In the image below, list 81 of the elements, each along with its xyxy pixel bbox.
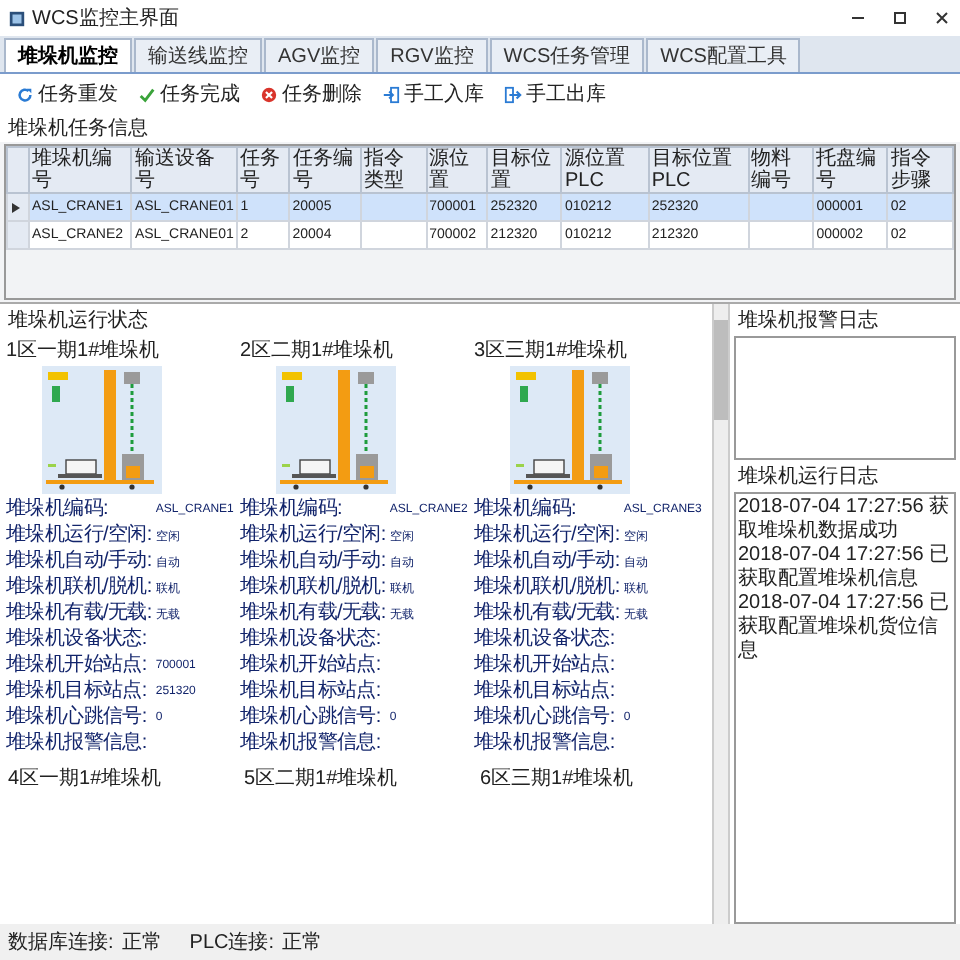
field-label: 堆垛机目标站点: [6,680,149,704]
close-icon[interactable] [932,8,952,28]
column-header[interactable]: 堆垛机编号 [29,147,132,193]
toolbar-button[interactable]: 任务删除 [256,78,366,110]
column-header[interactable]: 源位置PLC [561,147,649,193]
crane-title: 5区二期1#堆垛机 [244,765,400,792]
field-label: 堆垛机心跳信号: [240,706,383,730]
status-label: PLC连接: [189,929,275,956]
arrow-out-icon [504,85,522,103]
panel-title: 堆垛机运行状态 [6,307,150,336]
field-label: 堆垛机自动/手动: [6,550,152,574]
field-label: 堆垛机有载/无载: [474,602,620,626]
column-header[interactable]: 任务编号 [289,147,362,193]
field-label: 堆垛机开始站点: [6,654,149,678]
column-header[interactable]: 源位置 [426,147,488,193]
status-value: 正常 [282,929,323,956]
field-label: 堆垛机运行/空闲: [474,524,620,548]
field-label: 堆垛机设备状态: [6,628,149,652]
field-label: 堆垛机开始站点: [240,654,383,678]
column-header[interactable]: 任务号 [237,147,290,193]
arrow-in-icon [382,85,400,103]
field-label: 堆垛机心跳信号: [6,706,149,730]
toolbar-button[interactable]: 手工入库 [378,78,488,110]
field-label: 堆垛机开始站点: [474,654,617,678]
field-label: 堆垛机设备状态: [240,628,383,652]
field-label: 堆垛机目标站点: [474,680,617,704]
panel-title: 堆垛机报警日志 [736,307,880,336]
toolbar-button[interactable]: 任务完成 [134,78,244,110]
status-value: 正常 [121,929,162,956]
field-label: 堆垛机有载/无载: [240,602,386,626]
column-header[interactable]: 目标位置PLC [648,147,749,193]
tab[interactable]: AGV监控 [264,38,375,72]
crane-title: 3区三期1#堆垛机 [474,337,630,364]
refresh-icon [16,85,34,103]
field-label: 堆垛机报警信息: [240,732,383,756]
check-icon [138,85,156,103]
app-icon [8,9,26,27]
field-label: 堆垛机目标站点: [240,680,383,704]
field-label: 堆垛机编码: [6,498,110,522]
column-header[interactable]: 指令类型 [361,147,427,193]
field-label: 堆垛机编码: [474,498,578,522]
log-line: 2018-07-04 17:27:56 已获取配置堆垛机信息 [738,544,952,592]
field-label: 堆垛机运行/空闲: [6,524,152,548]
column-header[interactable]: 目标位置 [487,147,562,193]
crane-title: 6区三期1#堆垛机 [480,765,636,792]
field-label: 堆垛机报警信息: [6,732,149,756]
tab[interactable]: WCS任务管理 [489,38,645,72]
tab[interactable]: WCS配置工具 [646,38,801,72]
column-header[interactable]: 托盘编号 [813,147,888,193]
field-label: 堆垛机联机/脱机: [6,576,152,600]
field-label: 堆垛机设备状态: [474,628,617,652]
section-title: 堆垛机任务信息 [0,114,960,142]
tab[interactable]: 输送线监控 [134,38,262,72]
toolbar-button[interactable]: 手工出库 [500,78,610,110]
field-label: 堆垛机联机/脱机: [240,576,386,600]
tab[interactable]: RGV监控 [376,38,488,72]
field-label: 堆垛机有载/无载: [6,602,152,626]
field-label: 堆垛机编码: [240,498,344,522]
toolbar-button[interactable]: 任务重发 [12,78,122,110]
log-line: 2018-07-04 17:27:56 获取堆垛机数据成功 [738,496,952,544]
crane-title: 4区一期1#堆垛机 [8,765,164,792]
field-label: 堆垛机联机/脱机: [474,576,620,600]
panel-title: 堆垛机运行日志 [736,463,880,492]
window-title: WCS监控主界面 [32,5,179,32]
log-line: 2018-07-04 17:27:56 已获取配置堆垛机货位信息 [738,592,952,664]
field-label: 堆垛机运行/空闲: [240,524,386,548]
field-label: 堆垛机报警信息: [474,732,617,756]
tab[interactable]: 堆垛机监控 [4,38,132,72]
crane-title: 2区二期1#堆垛机 [240,337,396,364]
delete-icon [260,85,278,103]
column-header[interactable]: 指令步骤 [887,147,953,193]
maximize-icon[interactable] [890,8,910,28]
status-label: 数据库连接: [8,929,114,956]
field-label: 堆垛机自动/手动: [474,550,620,574]
current-row-icon [10,201,22,213]
column-header[interactable]: 输送设备号 [131,147,238,193]
scrollbar[interactable] [712,304,730,924]
field-label: 堆垛机心跳信号: [474,706,617,730]
column-header[interactable]: 物料编号 [748,147,814,193]
crane-title: 1区一期1#堆垛机 [6,337,162,364]
field-label: 堆垛机自动/手动: [240,550,386,574]
